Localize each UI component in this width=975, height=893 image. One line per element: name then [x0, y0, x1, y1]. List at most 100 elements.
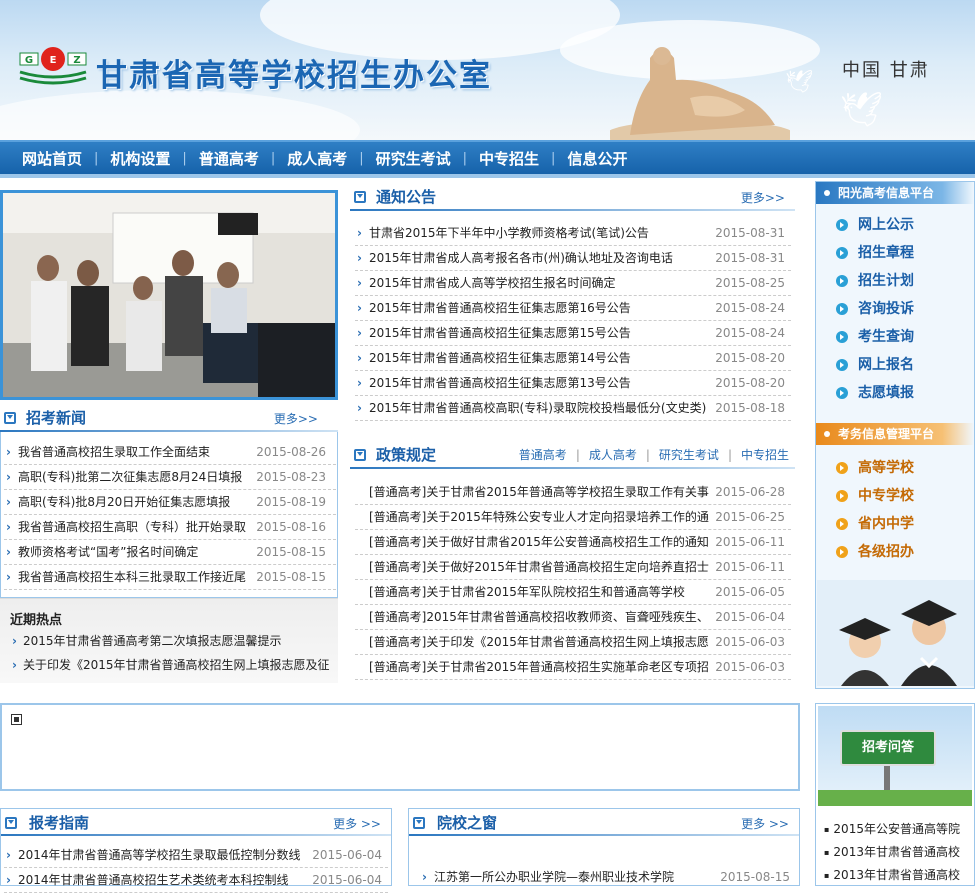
notice-link[interactable]: 2015年甘肃省成人高等学校招生报名时间确定 [369, 271, 616, 295]
notice-link[interactable]: 2015年甘肃省成人高考报名各市(州)确认地址及咨询电话 [369, 246, 673, 270]
policy-link[interactable]: [普通高考]关于做好2015年甘肃省普通高校招生定向培养直招士 [369, 555, 709, 579]
exam-item-university[interactable]: 高等学校 [836, 458, 914, 478]
nav-info-public[interactable]: 信息公开 [555, 148, 639, 169]
exam-item-offices[interactable]: 各级招办 [836, 542, 914, 562]
notice-link[interactable]: 2015年甘肃省普通高校招生征集志愿第13号公告 [369, 371, 631, 395]
policy-tab-adult[interactable]: 成人高考 [589, 448, 637, 462]
faq-link[interactable]: 2013年甘肃省普通高校 [833, 868, 960, 882]
nav-organization[interactable]: 机构设置 [98, 148, 182, 169]
school-date: 2015-08-15 [720, 870, 790, 884]
news-link[interactable]: 我省普通高校招生本科三批录取工作接近尾 [18, 565, 246, 589]
list-item[interactable]: 2014年甘肃省普通高等学校招生录取最低控制分数线 2015-06-04 [4, 843, 388, 868]
list-item[interactable]: 高职(专科)批8月20日开始征集志愿填报 2015-08-19 [4, 490, 336, 515]
list-item[interactable]: [普通高考]关于2015年特殊公安专业人才定向招录培养工作的通 2015-06-2… [355, 505, 791, 530]
list-item[interactable]: 2015年甘肃省普通高校招生征集志愿第15号公告 2015-08-24 [355, 321, 791, 346]
news-link[interactable]: 高职(专科)批8月20日开始征集志愿填报 [18, 490, 230, 514]
nav-gaokao[interactable]: 普通高考 [187, 148, 271, 169]
nav-adult-exam[interactable]: 成人高考 [275, 148, 359, 169]
policy-tab-gaokao[interactable]: 普通高考 [519, 448, 567, 462]
list-item[interactable]: 2014年甘肃省普通高校招生艺术类统考本科控制线 2015-06-04 [4, 868, 388, 893]
list-item[interactable]: [普通高考]关于甘肃省2015年普通高等学校招生录取工作有关事 2015-06-2… [355, 480, 791, 505]
news-link[interactable]: 我省普通高校招生高职（专科）批开始录取 [18, 515, 246, 539]
news-link[interactable]: 教师资格考试“国考”报名时间确定 [18, 540, 198, 564]
news-link[interactable]: 高职(专科)批第二次征集志愿8月24日填报 [18, 465, 242, 489]
list-item[interactable]: 我省普通高校招生录取工作全面结束 2015-08-26 [4, 440, 336, 465]
notice-link[interactable]: 甘肃省2015年下半年中小学教师资格考试(笔试)公告 [369, 221, 649, 245]
exam-item-vocational[interactable]: 中专学校 [836, 486, 914, 506]
list-item[interactable]: 教师资格考试“国考”报名时间确定 2015-08-15 [4, 540, 336, 565]
notice-link[interactable]: 2015年甘肃省普通高校招生征集志愿第15号公告 [369, 321, 631, 345]
policy-link[interactable]: [普通高考]关于甘肃省2015年军队院校招生和普通高等学校 [369, 580, 685, 604]
chevron-down-icon [354, 191, 366, 203]
arrow-bullet-icon [836, 490, 848, 502]
schools-more-link[interactable]: 更多 >> [741, 815, 789, 832]
faq-sidebar: 招考问答 2015年公安普通高等院 2013年甘肃省普通高校 2013年甘肃省普… [815, 703, 975, 886]
sunshine-item-complaint[interactable]: 咨询投诉 [836, 299, 914, 319]
recruit-news-more-link[interactable]: 更多>> [274, 410, 318, 427]
sunshine-item-public[interactable]: 网上公示 [836, 215, 914, 235]
list-item[interactable]: [普通高考]关于做好2015年甘肃省普通高校招生定向培养直招士 2015-06-1… [355, 555, 791, 580]
list-item[interactable]: 我省普通高校招生高职（专科）批开始录取 2015-08-16 [4, 515, 336, 540]
notice-link[interactable]: 2015年甘肃省普通高校招生征集志愿第14号公告 [369, 346, 631, 370]
header-banner: G E Z 甘肃省高等学校招生办公室 🕊 🕊 中国 甘肃 [0, 0, 975, 140]
policy-tab-graduate[interactable]: 研究生考试 [659, 448, 719, 462]
list-item[interactable]: [普通高考]2015年甘肃省普通高校招收教师资、盲聋哑残疾生、第 2015-06-… [355, 605, 791, 630]
site-title: 甘肃省高等学校招生办公室 [96, 58, 492, 94]
policy-link[interactable]: [普通高考]关于2015年特殊公安专业人才定向招录培养工作的通 [369, 505, 709, 529]
recruit-news-title: 招考新闻 [26, 409, 87, 427]
notice-link[interactable]: 2015年甘肃省普通高校高职(专科)录取院校投档最低分(文史类) [369, 396, 706, 420]
faq-banner[interactable]: 招考问答 [818, 706, 972, 806]
notice-date: 2015-08-18 [715, 401, 785, 415]
svg-text:G: G [25, 55, 33, 66]
faq-item[interactable]: 2013年甘肃省普通高校 [824, 864, 964, 887]
list-item[interactable]: 2015年甘肃省普通高校招生征集志愿第16号公告 2015-08-24 [355, 296, 791, 321]
news-photo[interactable] [0, 190, 338, 400]
news-link[interactable]: 我省普通高校招生录取工作全面结束 [18, 440, 210, 464]
sunshine-item-volunteer[interactable]: 志愿填报 [836, 383, 914, 403]
faq-list: 2015年公安普通高等院 2013年甘肃省普通高校 2013年甘肃省普通高校 [824, 818, 964, 887]
sunshine-item-charter[interactable]: 招生章程 [836, 243, 914, 263]
policy-tab-vocational[interactable]: 中专招生 [741, 448, 789, 462]
nav-graduate-exam[interactable]: 研究生考试 [364, 148, 463, 169]
faq-link[interactable]: 2013年甘肃省普通高校 [833, 845, 960, 859]
notice-link[interactable]: 2015年甘肃省普通高校招生征集志愿第16号公告 [369, 296, 631, 320]
list-item[interactable]: 2015年甘肃省普通高校招生征集志愿第14号公告 2015-08-20 [355, 346, 791, 371]
list-item[interactable]: [普通高考]关于甘肃省2015年军队院校招生和普通高等学校 2015-06-05 [355, 580, 791, 605]
guide-more-link[interactable]: 更多 >> [333, 815, 381, 832]
faq-item[interactable]: 2013年甘肃省普通高校 [824, 841, 964, 864]
tab-separator: | [575, 448, 580, 462]
notices-more-link[interactable]: 更多>> [741, 189, 785, 206]
list-item[interactable]: 2015年甘肃省成人高等学校招生报名时间确定 2015-08-25 [355, 271, 791, 296]
nav-vocational[interactable]: 中专招生 [467, 148, 551, 169]
nav-home[interactable]: 网站首页 [10, 148, 94, 169]
hot-topic-link[interactable]: 关于印发《2015年甘肃省普通高校招生网上填报志愿及征 [12, 656, 330, 673]
notice-date: 2015-08-25 [715, 276, 785, 290]
school-link[interactable]: 江苏第一所公办职业学院—泰州职业技术学院 [434, 865, 674, 890]
sunshine-item-query[interactable]: 考生查询 [836, 327, 914, 347]
list-item[interactable]: [普通高考]关于印发《2015年甘肃省普通高校招生网上填报志愿 2015-06-0… [355, 630, 791, 655]
faq-link[interactable]: 2015年公安普通高等院 [833, 822, 960, 836]
policy-link[interactable]: [普通高考]关于甘肃省2015年普通高校招生实施革命老区专项招 [369, 655, 709, 679]
arrow-bullet-icon [836, 462, 848, 474]
policy-link[interactable]: [普通高考]关于做好甘肃省2015年公安普通高校招生工作的通知 [369, 530, 709, 554]
list-item[interactable]: 2015年甘肃省成人高考报名各市(州)确认地址及咨询电话 2015-08-31 [355, 246, 791, 271]
exam-item-middle-school[interactable]: 省内中学 [836, 514, 914, 534]
list-item[interactable]: 江苏第一所公办职业学院—泰州职业技术学院 2015-08-15 [420, 865, 796, 890]
list-item[interactable]: 甘肃省2015年下半年中小学教师资格考试(笔试)公告 2015-08-31 [355, 221, 791, 246]
list-item[interactable]: [普通高考]关于甘肃省2015年普通高校招生实施革命老区专项招 2015-06-0… [355, 655, 791, 680]
sunshine-item-plan[interactable]: 招生计划 [836, 271, 914, 291]
policy-link[interactable]: [普通高考]关于甘肃省2015年普通高等学校招生录取工作有关事 [369, 480, 709, 504]
faq-item[interactable]: 2015年公安普通高等院 [824, 818, 964, 841]
list-item[interactable]: 2015年甘肃省普通高校高职(专科)录取院校投档最低分(文史类) 2015-08-… [355, 396, 791, 421]
sunshine-item-register[interactable]: 网上报名 [836, 355, 914, 375]
list-item[interactable]: 我省普通高校招生本科三批录取工作接近尾 2015-08-15 [4, 565, 336, 590]
policy-date: 2015-06-11 [715, 560, 785, 574]
guide-link[interactable]: 2014年甘肃省普通高校招生艺术类统考本科控制线 [18, 868, 289, 892]
list-item[interactable]: [普通高考]关于做好甘肃省2015年公安普通高校招生工作的通知 2015-06-1… [355, 530, 791, 555]
policy-link[interactable]: [普通高考]2015年甘肃省普通高校招收教师资、盲聋哑残疾生、第 [369, 605, 709, 629]
hot-topic-link[interactable]: 2015年甘肃省普通高考第二次填报志愿温馨提示 [12, 632, 282, 649]
list-item[interactable]: 高职(专科)批第二次征集志愿8月24日填报 2015-08-23 [4, 465, 336, 490]
policy-link[interactable]: [普通高考]关于印发《2015年甘肃省普通高校招生网上填报志愿 [369, 630, 709, 654]
guide-link[interactable]: 2014年甘肃省普通高等学校招生录取最低控制分数线 [18, 843, 301, 867]
list-item[interactable]: 2015年甘肃省普通高校招生征集志愿第13号公告 2015-08-20 [355, 371, 791, 396]
